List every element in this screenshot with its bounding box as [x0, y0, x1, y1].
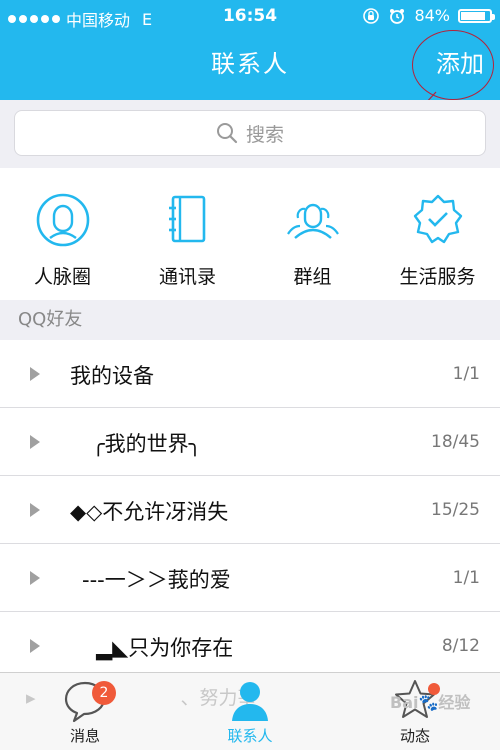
group-count: 18/45 — [431, 432, 480, 452]
battery-fill — [461, 11, 485, 20]
expand-arrow-icon — [30, 435, 40, 449]
quick-action-life-services[interactable]: 生活服务 — [375, 168, 500, 300]
group-count: 15/25 — [431, 500, 480, 520]
page-title: 联系人 — [211, 50, 289, 78]
tab-messages[interactable]: 2 消息 — [40, 677, 130, 749]
verified-badge-icon — [413, 194, 462, 244]
unread-badge: 2 — [92, 681, 116, 705]
nav-header: 中国移动 E 16:54 84% 联系人 添加 — [0, 0, 500, 100]
tab-label: 动态 — [399, 727, 430, 745]
section-header: QQ好友 — [0, 300, 500, 340]
expand-arrow-icon — [30, 571, 40, 585]
group-count: 1/1 — [452, 568, 480, 588]
search-input[interactable]: 搜索 — [14, 110, 486, 156]
contact-group-list: 我的设备 1/1 ╭我的世界╮ 18/45 ◆◇不允许冴消失 15/25 ---… — [0, 340, 500, 680]
quick-action-label: 通讯录 — [158, 266, 216, 288]
group-row[interactable]: ---一＞＞莪的爱 1/1 — [0, 544, 500, 612]
person-circle-icon — [36, 193, 89, 247]
tab-label: 联系人 — [227, 727, 273, 745]
watermark: Bai🐾经验 — [390, 693, 471, 712]
quick-action-label: 人脉圈 — [33, 266, 91, 288]
quick-action-address-book[interactable]: 通讯录 — [125, 168, 250, 300]
expand-arrow-icon — [30, 503, 40, 517]
group-name: ◆◇不允许冴消失 — [70, 500, 229, 524]
battery-tip — [492, 13, 495, 20]
group-name: 我的设备 — [70, 364, 154, 388]
expand-arrow-icon — [30, 367, 40, 381]
group-count: 8/12 — [441, 636, 480, 656]
search-icon — [216, 123, 238, 144]
tab-feed[interactable]: 动态 — [370, 677, 460, 749]
battery-icon — [458, 8, 495, 23]
status-right: 84% — [362, 6, 495, 25]
quick-action-network[interactable]: 人脉圈 — [0, 168, 125, 300]
rotation-lock-icon — [363, 7, 380, 24]
tab-label: 消息 — [69, 727, 100, 745]
status-bar: 中国移动 E 16:54 84% — [0, 0, 500, 34]
group-row[interactable]: ▂◣只为你存在 8/12 — [0, 612, 500, 680]
quick-action-label: 群组 — [293, 266, 332, 288]
group-icon — [286, 203, 339, 239]
tab-contacts[interactable]: 联系人 — [205, 677, 295, 749]
expand-arrow-icon — [30, 639, 40, 653]
group-row[interactable]: ╭我的世界╮ 18/45 — [0, 408, 500, 476]
address-book-icon — [168, 195, 205, 243]
quick-action-groups[interactable]: 群组 — [250, 168, 375, 300]
group-name: ▂◣只为你存在 — [96, 636, 234, 660]
quick-action-label: 生活服务 — [399, 266, 476, 288]
contacts-person-icon — [232, 682, 268, 721]
group-name: ╭我的世界╮ — [92, 432, 202, 456]
tab-bar: ▸ 、努力莘 2 消息 联系人 动态 Bai🐾经验 — [0, 672, 500, 750]
group-count: 1/1 — [452, 364, 480, 384]
add-contact-button[interactable]: 添加 — [436, 44, 484, 79]
group-name: ---一＞＞莪的爱 — [82, 568, 231, 592]
search-area: 搜索 — [0, 100, 500, 168]
search-placeholder: 搜索 — [245, 123, 284, 146]
alarm-icon — [390, 8, 405, 24]
group-row[interactable]: 我的设备 1/1 — [0, 340, 500, 408]
quick-actions: 人脉圈 通讯录 群组 生活服务 — [0, 168, 500, 300]
battery-percent: 84% — [414, 6, 450, 25]
group-row[interactable]: ◆◇不允许冴消失 15/25 — [0, 476, 500, 544]
